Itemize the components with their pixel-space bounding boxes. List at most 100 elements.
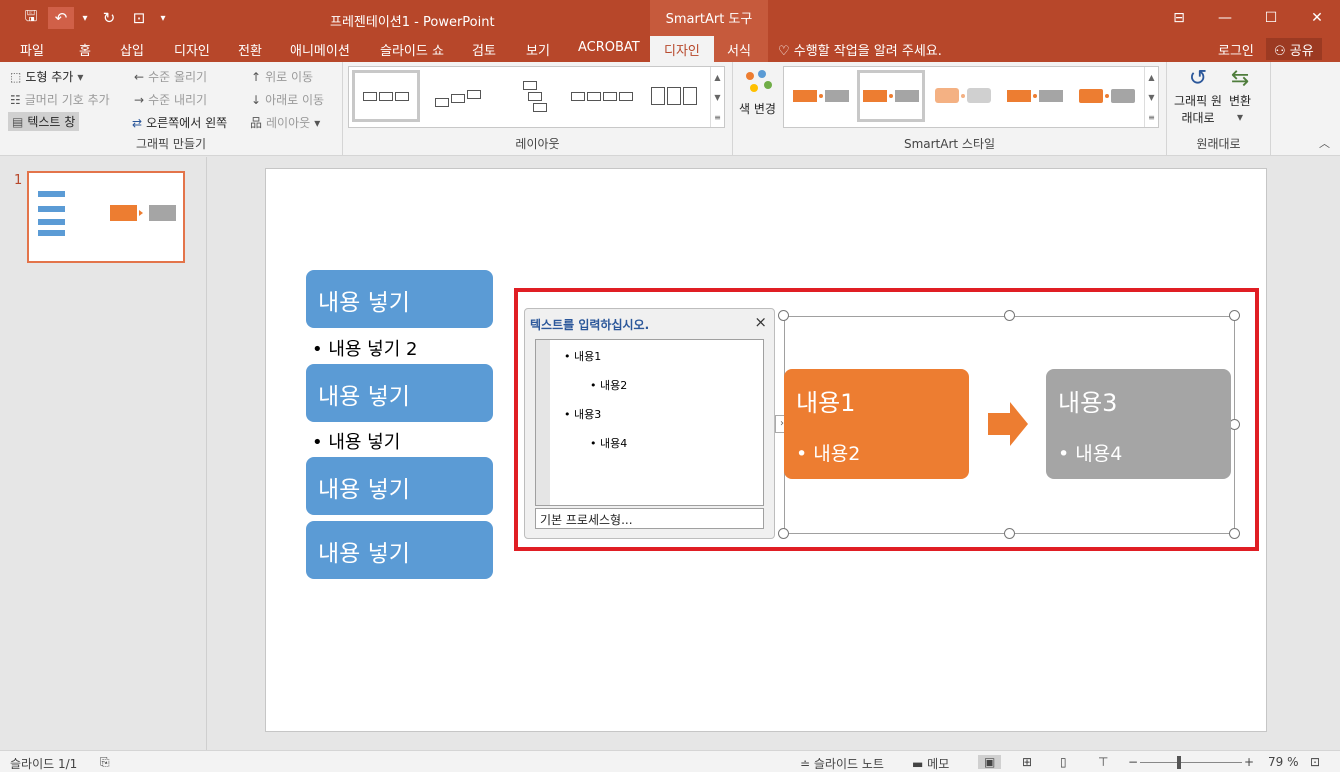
content-box[interactable]: 내용 넣기 — [306, 521, 493, 579]
tab-design[interactable]: 디자인 — [174, 40, 210, 59]
slide-sorter-icon[interactable]: ⊞ — [1022, 755, 1032, 769]
slide-thumbnail[interactable] — [27, 171, 185, 263]
tab-home[interactable]: 홈 — [79, 40, 91, 59]
comments-button[interactable]: ▬ 메모 — [912, 755, 949, 772]
style-4[interactable] — [1001, 70, 1069, 122]
customize-qat-icon[interactable]: ▾ — [156, 7, 170, 29]
tab-view[interactable]: 보기 — [526, 40, 550, 59]
chevron-down-icon[interactable]: ▼ — [1148, 93, 1154, 102]
zoom-slider[interactable] — [1140, 762, 1242, 763]
chevron-down-icon[interactable]: ▼ — [714, 93, 720, 102]
text-pane-editor[interactable]: • 내용1 • 내용2 • 내용3 • 내용4 — [535, 339, 764, 506]
gallery-scroll[interactable]: ▲ ▼ ≡ — [710, 67, 724, 127]
content-box[interactable]: 내용 넣기 — [306, 457, 493, 515]
redo-icon[interactable]: ↻ — [96, 7, 122, 29]
layout-list[interactable] — [640, 70, 708, 122]
ribbon: ⬚ 도형 추가 ▾ ☷ 글머리 기호 추가 ▤ 텍스트 창 ← 수준 올리기 → 수준 내리… — [0, 62, 1340, 156]
layout-hierarchy[interactable] — [496, 70, 564, 122]
zoom-slider-thumb[interactable] — [1177, 756, 1181, 769]
normal-view-icon[interactable]: ▣ — [978, 755, 1002, 769]
minimize-icon[interactable]: — — [1202, 0, 1248, 36]
layout-gallery: ▲ ▼ ≡ — [348, 66, 725, 128]
convert-button[interactable]: ⇆ 변환 ▾ — [1229, 66, 1251, 124]
layout-accent-process[interactable] — [568, 70, 636, 122]
shape-bullet: • 내용2 — [796, 443, 861, 465]
bullet-text[interactable]: • 내용 넣기 — [312, 428, 400, 454]
title-bar: 🖫 ↶ ▾ ↻ ⊡ ▾ 프레젠테이션1 - PowerPoint SmartAr… — [0, 0, 1340, 36]
layout-basic-process[interactable] — [352, 70, 420, 122]
slideshow-view-icon[interactable]: ⊤ — [1098, 755, 1108, 769]
tab-transitions[interactable]: 전환 — [238, 40, 262, 59]
style-1[interactable] — [787, 70, 855, 122]
zoom-out-icon[interactable]: − — [1128, 755, 1138, 769]
close-icon[interactable]: × — [754, 313, 767, 331]
resize-handle[interactable] — [778, 528, 789, 539]
zoom-in-icon[interactable]: + — [1244, 755, 1254, 769]
demote-button[interactable]: → 수준 내리기 — [134, 91, 207, 108]
text-pane-button[interactable]: ▤ 텍스트 창 — [8, 112, 80, 131]
tab-slideshow[interactable]: 슬라이드 쇼 — [380, 40, 444, 59]
resize-handle[interactable] — [778, 310, 789, 321]
ribbon-display-icon[interactable]: ⊟ — [1156, 0, 1202, 36]
reading-view-icon[interactable]: ▯ — [1060, 755, 1067, 769]
move-down-button[interactable]: ↓ 아래로 이동 — [251, 91, 324, 108]
chevron-up-icon[interactable]: ▲ — [714, 73, 720, 82]
tab-review[interactable]: 검토 — [472, 40, 496, 59]
undo-dropdown-icon[interactable]: ▾ — [78, 7, 92, 29]
right-to-left-button[interactable]: ⇄ 오른쪽에서 왼쪽 — [132, 114, 227, 131]
gallery-more-icon[interactable]: ≡ — [1148, 113, 1155, 122]
save-icon[interactable]: 🖫 — [18, 7, 44, 29]
chevron-down-icon: ▾ — [314, 115, 321, 130]
add-shape-button[interactable]: ⬚ 도형 추가 ▾ — [10, 68, 83, 85]
move-up-button[interactable]: ↑ 위로 이동 — [251, 68, 313, 85]
text-pane-item[interactable]: • 내용2 — [590, 377, 627, 393]
layout-name-link[interactable]: 기본 프로세스형... — [535, 508, 764, 529]
tab-acrobat[interactable]: ACROBAT — [578, 40, 640, 55]
gallery-scroll[interactable]: ▲ ▼ ≡ — [1144, 67, 1158, 127]
smartart-shape-1[interactable]: 내용1 • 내용2 — [784, 369, 969, 479]
bullet-text[interactable]: • 내용 넣기 2 — [312, 335, 417, 361]
tab-insert[interactable]: 삽입 — [120, 40, 144, 59]
slide-canvas[interactable]: 내용 넣기 • 내용 넣기 2 내용 넣기 • 내용 넣기 내용 넣기 내용 넣… — [265, 168, 1267, 732]
reset-graphic-button[interactable]: ↺ 그래픽 원래대로 — [1173, 66, 1223, 126]
notes-button[interactable]: ≐ 슬라이드 노트 — [800, 755, 884, 772]
gallery-more-icon[interactable]: ≡ — [714, 113, 721, 122]
close-icon[interactable]: ✕ — [1294, 0, 1340, 36]
resize-handle[interactable] — [1229, 310, 1240, 321]
style-2[interactable] — [857, 70, 925, 122]
add-bullet-button[interactable]: ☷ 글머리 기호 추가 — [10, 91, 110, 108]
text-pane-item[interactable]: • 내용1 — [564, 348, 601, 364]
fit-slide-icon[interactable]: ⊡ — [1310, 755, 1320, 769]
collapse-ribbon-icon[interactable]: ︿ — [1319, 135, 1330, 151]
resize-handle[interactable] — [1229, 528, 1240, 539]
tab-file[interactable]: 파일 — [20, 40, 44, 59]
share-button[interactable]: ⚇ 공유 — [1266, 38, 1322, 60]
text-pane-item[interactable]: • 내용3 — [564, 406, 601, 422]
tell-me-box[interactable]: ♡ 수행할 작업을 알려 주세요. — [778, 40, 942, 59]
content-box[interactable]: 내용 넣기 — [306, 364, 493, 422]
login-button[interactable]: 로그인 — [1218, 40, 1254, 59]
chevron-up-icon[interactable]: ▲ — [1148, 73, 1154, 82]
add-shape-label: 도형 추가 — [25, 70, 74, 84]
tab-animations[interactable]: 애니메이션 — [290, 40, 350, 59]
style-3[interactable] — [929, 70, 997, 122]
maximize-icon[interactable]: ☐ — [1248, 0, 1294, 36]
change-colors-button[interactable]: 색 변경 — [739, 68, 776, 117]
layout-button[interactable]: 品 레이아웃 ▾ — [250, 114, 320, 131]
ribbon-tabs: 파일 홈 삽입 디자인 전환 애니메이션 슬라이드 쇼 검토 보기 ACROBA… — [0, 36, 1340, 62]
undo-icon[interactable]: ↶ — [48, 7, 74, 29]
present-icon[interactable]: ⊡ — [126, 7, 152, 29]
smartart-shape-2[interactable]: 내용3 • 내용4 — [1046, 369, 1231, 479]
tab-smartart-design[interactable]: 디자인 — [650, 36, 714, 62]
style-5[interactable] — [1073, 70, 1141, 122]
content-box[interactable]: 내용 넣기 — [306, 270, 493, 328]
person-icon: ⚇ — [1274, 44, 1286, 59]
zoom-level[interactable]: 79 % — [1268, 755, 1299, 769]
accessibility-icon[interactable]: ⎘ — [100, 755, 110, 770]
tab-smartart-format[interactable]: 서식 — [727, 40, 751, 59]
layout-step-up[interactable] — [424, 70, 492, 122]
resize-handle[interactable] — [1004, 528, 1015, 539]
promote-button[interactable]: ← 수준 올리기 — [134, 68, 207, 85]
resize-handle[interactable] — [1004, 310, 1015, 321]
text-pane-item[interactable]: • 내용4 — [590, 435, 627, 451]
